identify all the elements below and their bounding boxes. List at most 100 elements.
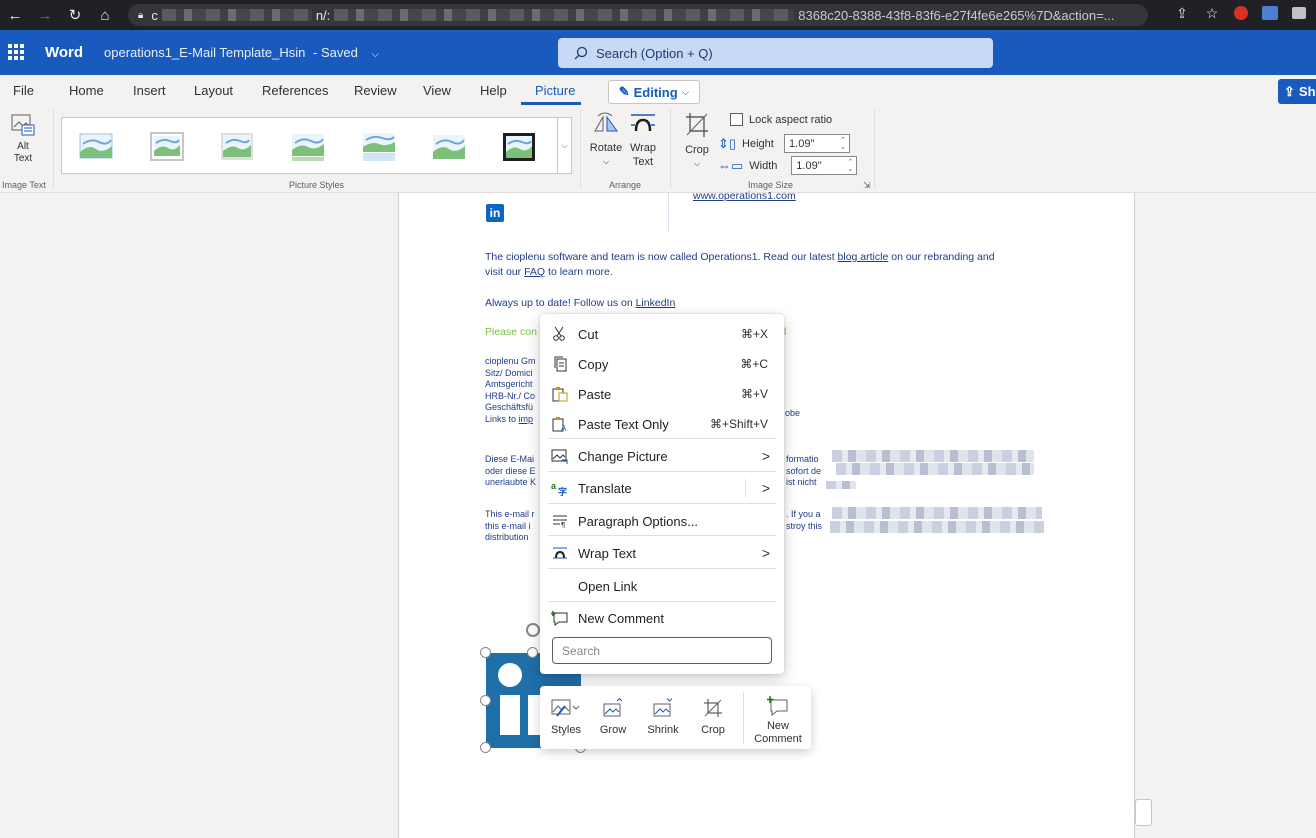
ribbon-divider [670, 109, 671, 189]
tab-help[interactable]: Help [480, 83, 507, 98]
url-tail: 8368c20-8388-43f8-83f6-e27f4fe6e265%7D&a… [798, 7, 1115, 23]
imprint-link[interactable]: imp [519, 414, 534, 424]
picture-styles-gallery[interactable] [61, 117, 558, 174]
alt-text-icon [11, 114, 35, 136]
tab-file[interactable]: File [13, 83, 34, 98]
context-menu-search-input[interactable]: Search [552, 637, 772, 664]
chevron-right-icon[interactable]: > [762, 480, 770, 496]
crop-button[interactable]: Crop ⌵ [682, 111, 712, 171]
mini-new-comment-button[interactable]: New Comment [750, 692, 806, 746]
gallery-expand-button[interactable]: ⌵ [557, 117, 572, 174]
menu-item-paste[interactable]: Paste ⌘+V [540, 379, 784, 409]
menu-item-copy[interactable]: Copy ⌘+C [540, 349, 784, 379]
tab-home[interactable]: Home [69, 83, 104, 98]
redacted-text [836, 463, 1034, 475]
menu-item-new-comment[interactable]: New Comment [540, 603, 784, 633]
mini-grow-button[interactable]: Grow [596, 694, 630, 736]
app-name[interactable]: Word [45, 44, 83, 61]
copy-icon [551, 355, 569, 373]
picture-style-5[interactable] [362, 132, 396, 162]
svg-text:A: A [561, 424, 567, 432]
resize-handle[interactable] [480, 742, 491, 753]
tab-references[interactable]: References [262, 83, 328, 98]
side-panel-toggle[interactable] [1135, 799, 1152, 826]
faq-link[interactable]: FAQ [524, 266, 545, 278]
linkedin-icon[interactable]: in [486, 204, 504, 222]
rotate-label: Rotate [589, 142, 623, 154]
reload-icon[interactable]: ↻ [64, 6, 86, 24]
spinner-arrows-icon[interactable]: ⌃ ⌄ [840, 137, 849, 151]
blog-article-link[interactable]: blog article [838, 251, 889, 263]
document-title[interactable]: operations1_E-Mail Template_Hsin - Saved… [104, 45, 379, 60]
ribbon-divider [53, 109, 54, 189]
resize-handle[interactable] [527, 647, 538, 658]
document-name: operations1_E-Mail Template_Hsin [104, 45, 306, 60]
mini-crop-label: Crop [701, 724, 725, 736]
extension-camera-icon[interactable] [1292, 7, 1306, 19]
forward-icon[interactable]: → [34, 7, 56, 24]
height-field[interactable]: 1.09" ⌃ ⌄ [784, 134, 851, 153]
shrink-icon [653, 698, 673, 717]
dialog-launcher-icon[interactable]: ⇲ [863, 180, 871, 191]
picture-style-1[interactable] [79, 132, 113, 162]
tab-layout[interactable]: Layout [194, 83, 233, 98]
tab-view[interactable]: View [423, 83, 451, 98]
wrap-text-label: Wrap Text [629, 142, 657, 168]
menu-item-paste-text-only[interactable]: A Paste Text Only ⌘+Shift+V [540, 409, 784, 439]
rebranding-paragraph: The cioplenu software and team is now ca… [485, 251, 995, 278]
menu-item-change-picture[interactable]: Change Picture > [540, 441, 784, 471]
height-row: ⇕▯ Height 1.09" ⌃ ⌄ [718, 134, 851, 153]
rotation-handle[interactable] [526, 623, 540, 637]
picture-style-2[interactable] [150, 132, 184, 162]
share-page-icon[interactable]: ⇪ [1174, 5, 1190, 21]
extension-translate-icon[interactable] [1262, 6, 1278, 20]
resize-handle[interactable] [480, 647, 491, 658]
menu-item-translate[interactable]: a字 Translate > [540, 473, 784, 503]
tab-picture[interactable]: Picture [535, 83, 575, 98]
lock-aspect-row[interactable]: Lock aspect ratio [730, 113, 832, 126]
picture-style-3[interactable] [220, 132, 254, 162]
lock-aspect-checkbox[interactable] [730, 113, 743, 126]
imprint-block: cioplenu Gm Sitz/ Domici Amtsgericht HRB… [485, 356, 536, 424]
home-icon[interactable]: ⌂ [94, 7, 116, 24]
height-icon: ⇕▯ [718, 135, 737, 151]
menu-item-cut[interactable]: Cut ⌘+X [540, 319, 784, 349]
ribbon-picture: Alt Text Image Text ⌵ Picture Styles Rot… [0, 105, 1316, 193]
tab-review[interactable]: Review [354, 83, 397, 98]
group-label-arrange: Arrange [609, 180, 642, 190]
new-comment-icon [767, 696, 788, 716]
wrap-text-button[interactable]: Wrap Text [627, 111, 659, 169]
picture-style-4[interactable] [291, 132, 325, 162]
redacted-text [832, 450, 1034, 462]
tab-insert[interactable]: Insert [133, 83, 166, 98]
mini-styles-button[interactable]: Styles [548, 694, 584, 736]
menu-item-paragraph-options[interactable]: ¶ Paragraph Options... [540, 506, 784, 536]
linkedin-link[interactable]: LinkedIn [636, 297, 676, 309]
picture-style-7[interactable] [502, 132, 536, 162]
app-launcher-icon[interactable] [8, 44, 24, 60]
search-input[interactable]: Search (Option + Q) [558, 38, 993, 68]
scissors-icon [551, 325, 569, 343]
address-bar[interactable]: 🔒︎ c n/: 8368c20-8388-43f8-83f6-e27f4fe6… [128, 4, 1148, 26]
bookmark-star-icon[interactable]: ☆ [1204, 5, 1220, 21]
share-button[interactable]: ⇪ Sh [1278, 79, 1316, 104]
picture-style-6[interactable] [432, 132, 466, 162]
alt-text-button[interactable]: Alt Text [8, 113, 38, 165]
mini-shrink-button[interactable]: Shrink [645, 694, 681, 736]
menu-item-open-link[interactable]: Open Link [540, 571, 784, 601]
website-link[interactable]: www.operations1.com [693, 189, 796, 204]
width-icon: ⇔▭ [718, 157, 744, 173]
mini-crop-button[interactable]: Crop [696, 694, 730, 736]
menu-item-wrap-text[interactable]: Wrap Text > [540, 538, 784, 568]
editing-mode-button[interactable]: ✎ Editing ⌵ [608, 80, 700, 104]
rotate-button[interactable]: Rotate ⌵ [589, 111, 623, 169]
resize-handle[interactable] [480, 695, 491, 706]
mini-shrink-label: Shrink [647, 724, 679, 736]
mini-styles-label: Styles [551, 724, 581, 736]
back-icon[interactable]: ← [4, 7, 26, 24]
width-field[interactable]: 1.09" ⌃ ⌄ [791, 156, 858, 175]
extension-red-icon[interactable] [1234, 6, 1248, 20]
spinner-arrows-icon[interactable]: ⌃ ⌄ [847, 159, 856, 173]
lock-aspect-label: Lock aspect ratio [749, 113, 833, 126]
chevron-down-icon: ⌵ [371, 49, 380, 60]
